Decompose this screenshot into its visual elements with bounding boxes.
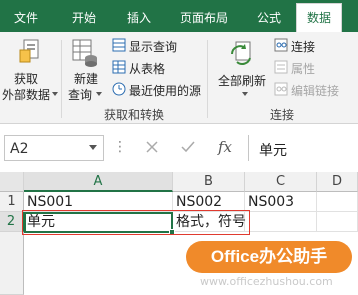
from-table-label: 从表格 xyxy=(129,62,166,76)
chevron-down-icon xyxy=(52,92,58,96)
insert-function-button[interactable]: fx xyxy=(218,138,232,156)
external-data-icon xyxy=(19,39,39,63)
table-icon xyxy=(112,60,126,74)
enter-check-icon[interactable] xyxy=(180,140,196,154)
ribbon-tab-bar: 文件 开始 插入 页面布局 公式 数据 xyxy=(0,0,358,32)
watermark-logo: Office办公助手 xyxy=(186,241,352,273)
get-external-data-label-2: 外部数据 xyxy=(2,88,51,102)
formula-input[interactable]: 单元 xyxy=(248,135,358,161)
show-queries-icon xyxy=(112,38,126,52)
tab-home[interactable]: 开始 xyxy=(72,9,96,26)
cell-b1[interactable]: NS002 xyxy=(173,192,245,212)
cell-a1[interactable]: NS001 xyxy=(24,192,173,212)
chevron-down-icon xyxy=(242,92,248,96)
group-label-get-transform: 获取和转换 xyxy=(104,108,165,122)
watermark-site: www.officezhushou.com xyxy=(200,275,333,288)
properties-icon xyxy=(274,60,288,74)
tab-formulas[interactable]: 公式 xyxy=(257,9,281,26)
recent-sources-label: 最近使用的源 xyxy=(129,84,202,98)
new-query-label-2: 查询 xyxy=(68,88,93,102)
cell-c1[interactable]: NS003 xyxy=(245,192,317,212)
column-header-d[interactable]: D xyxy=(317,172,358,192)
row-header-empty xyxy=(0,232,24,295)
ribbon-data: 获取 外部数据 新建 查询 显示查询 从表格 最近使用的源 获取和转换 全部刷新… xyxy=(0,32,358,124)
ribbon-separator xyxy=(207,40,208,118)
cell-d1[interactable] xyxy=(317,192,358,212)
column-header-c[interactable]: C xyxy=(245,172,317,192)
properties-label: 属性 xyxy=(291,62,316,76)
group-label-connections: 连接 xyxy=(270,108,295,122)
refresh-all-label: 全部刷新 xyxy=(218,74,267,88)
cancel-icon[interactable] xyxy=(145,140,159,154)
name-box[interactable]: A2 xyxy=(4,135,104,161)
row-header-2[interactable]: 2 xyxy=(0,212,24,232)
edit-links-icon xyxy=(274,82,288,96)
get-external-data-label-1: 获取 xyxy=(14,72,39,86)
edit-links-label: 编辑链接 xyxy=(291,84,340,98)
connections-label: 连接 xyxy=(291,40,316,54)
chevron-down-icon[interactable] xyxy=(89,145,97,150)
tab-file[interactable]: 文件 xyxy=(14,9,38,26)
row-header-1[interactable]: 1 xyxy=(0,192,24,212)
formula-value: 单元 xyxy=(259,143,287,159)
cell-d2[interactable] xyxy=(317,212,358,232)
column-header-b[interactable]: B xyxy=(173,172,245,192)
formula-bar: A2 ⋮ fx 单元 xyxy=(0,124,358,172)
name-box-value: A2 xyxy=(10,141,29,157)
clock-icon xyxy=(112,82,126,96)
select-all-corner[interactable] xyxy=(0,172,24,192)
ribbon-separator xyxy=(61,40,62,118)
tab-page-layout[interactable]: 页面布局 xyxy=(180,9,228,26)
formula-bar-splitter[interactable]: ⋮ xyxy=(113,139,127,155)
tab-data[interactable]: 数据 xyxy=(296,3,343,32)
show-queries-label: 显示查询 xyxy=(129,40,178,54)
tab-insert[interactable]: 插入 xyxy=(127,9,151,26)
highlight-box xyxy=(22,210,250,235)
cell-c2[interactable] xyxy=(245,212,317,232)
chevron-down-icon xyxy=(96,92,102,96)
column-header-a[interactable]: A xyxy=(24,172,173,192)
new-query-label-1: 新建 xyxy=(74,72,99,86)
refresh-icon xyxy=(231,41,251,65)
connections-icon xyxy=(274,38,288,52)
new-query-icon xyxy=(72,39,97,67)
